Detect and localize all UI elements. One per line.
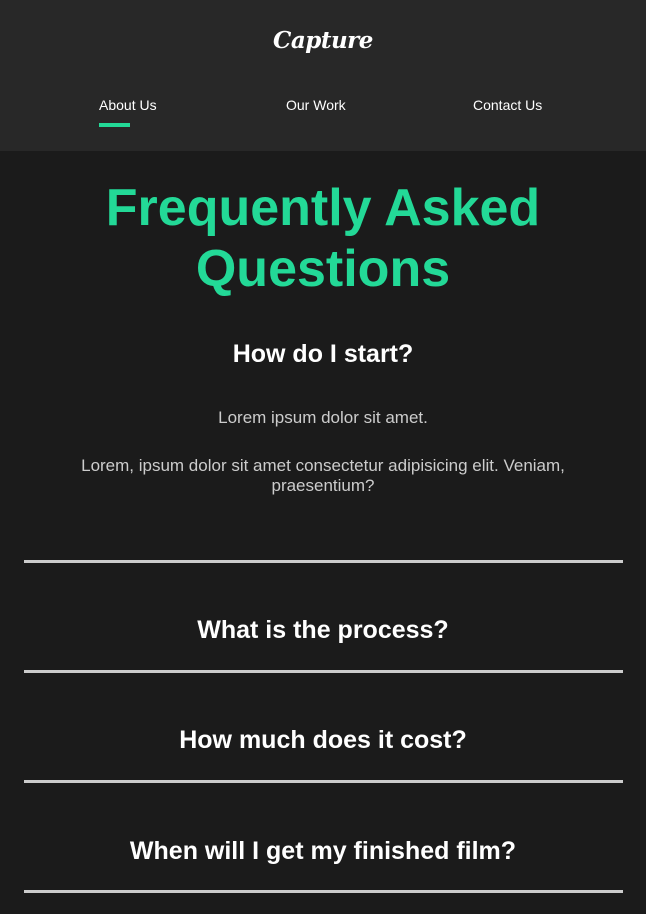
faq-divider: [24, 670, 623, 673]
faq-divider: [24, 560, 623, 563]
faq-answer-paragraph: Lorem ipsum dolor sit amet.: [218, 408, 428, 427]
active-nav-indicator: [99, 123, 130, 127]
page-title: Frequently Asked Questions: [0, 178, 646, 300]
nav-link-contact-us[interactable]: Contact Us: [473, 96, 542, 114]
page-title-line-2: Questions: [195, 240, 451, 298]
faq-question-when-will-i-get-my-finished-film[interactable]: When will I get my finished film?: [0, 836, 646, 866]
faq-answer-paragraph: Lorem, ipsum dolor sit amet consectetur …: [81, 456, 565, 495]
logo[interactable]: Capture: [0, 27, 646, 54]
nav-link-about-us[interactable]: About Us: [99, 96, 157, 114]
faq-question-how-much-does-it-cost[interactable]: How much does it cost?: [0, 725, 646, 755]
faq-question-what-is-the-process[interactable]: What is the process?: [0, 615, 646, 645]
nav-link-our-work[interactable]: Our Work: [286, 96, 346, 114]
faq-question-how-do-i-start[interactable]: How do I start?: [0, 339, 646, 369]
faq-divider: [24, 780, 623, 783]
faq-divider: [24, 890, 623, 893]
page-title-line-1: Frequently Asked: [105, 179, 541, 237]
site-header: Capture About Us Our Work Contact Us: [0, 0, 646, 151]
